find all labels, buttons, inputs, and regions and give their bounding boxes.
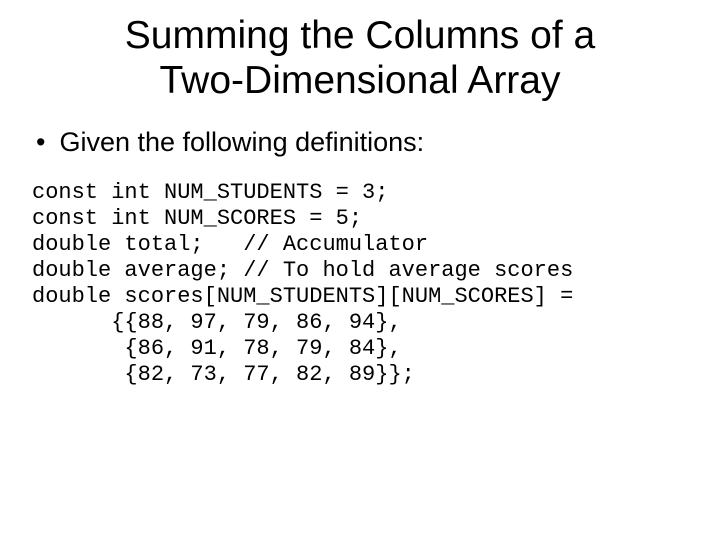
bullet-item: • Given the following definitions: [30, 126, 690, 158]
code-line: double average; // To hold average score… [32, 258, 573, 283]
bullet-dot-icon: • [36, 126, 45, 158]
slide: Summing the Columns of a Two-Dimensional… [0, 0, 720, 540]
code-line: double total; // Accumulator [32, 232, 428, 257]
code-line: {86, 91, 78, 79, 84}, [32, 336, 402, 361]
code-line: double scores[NUM_STUDENTS][NUM_SCORES] … [32, 284, 573, 309]
code-line: {82, 73, 77, 82, 89}}; [32, 362, 415, 387]
bullet-text: Given the following definitions: [59, 126, 424, 158]
code-line: const int NUM_STUDENTS = 3; [32, 180, 388, 205]
code-block: const int NUM_STUDENTS = 3; const int NU… [32, 180, 690, 388]
code-line: const int NUM_SCORES = 5; [32, 206, 362, 231]
title-line-1: Summing the Columns of a [125, 14, 595, 57]
slide-title: Summing the Columns of a Two-Dimensional… [30, 14, 690, 104]
code-line: {{88, 97, 79, 86, 94}, [32, 310, 402, 335]
title-line-2: Two-Dimensional Array [160, 59, 561, 102]
